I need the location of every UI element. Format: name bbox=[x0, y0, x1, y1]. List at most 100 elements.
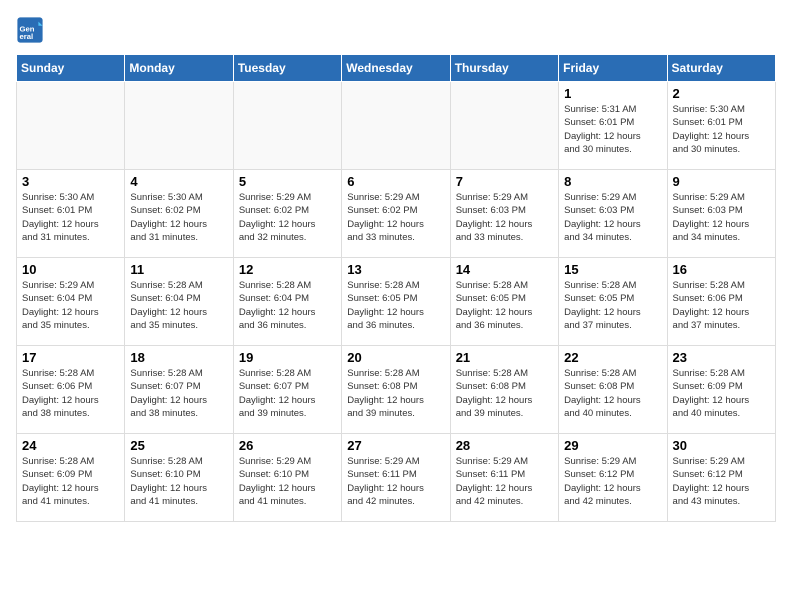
day-number: 20 bbox=[347, 350, 444, 365]
day-number: 18 bbox=[130, 350, 227, 365]
calendar-week-5: 24Sunrise: 5:28 AMSunset: 6:09 PMDayligh… bbox=[17, 434, 776, 522]
day-info: Sunrise: 5:28 AMSunset: 6:06 PMDaylight:… bbox=[22, 367, 119, 420]
day-number: 15 bbox=[564, 262, 661, 277]
day-header-friday: Friday bbox=[559, 55, 667, 82]
day-header-sunday: Sunday bbox=[17, 55, 125, 82]
day-info: Sunrise: 5:28 AMSunset: 6:05 PMDaylight:… bbox=[456, 279, 553, 332]
calendar-cell: 23 Sunrise: 5:28 AMSunset: 6:09 PMDayligh… bbox=[667, 346, 775, 434]
calendar-cell bbox=[450, 82, 558, 170]
calendar-cell: 8 Sunrise: 5:29 AMSunset: 6:03 PMDaylight… bbox=[559, 170, 667, 258]
day-header-monday: Monday bbox=[125, 55, 233, 82]
day-info: Sunrise: 5:28 AMSunset: 6:05 PMDaylight:… bbox=[347, 279, 444, 332]
calendar-week-2: 3 Sunrise: 5:30 AMSunset: 6:01 PMDaylight… bbox=[17, 170, 776, 258]
calendar-cell: 30 Sunrise: 5:29 AMSunset: 6:12 PMDayligh… bbox=[667, 434, 775, 522]
calendar-table: SundayMondayTuesdayWednesdayThursdayFrid… bbox=[16, 54, 776, 522]
calendar-cell: 18 Sunrise: 5:28 AMSunset: 6:07 PMDayligh… bbox=[125, 346, 233, 434]
calendar-cell: 14 Sunrise: 5:28 AMSunset: 6:05 PMDayligh… bbox=[450, 258, 558, 346]
day-header-tuesday: Tuesday bbox=[233, 55, 341, 82]
day-info: Sunrise: 5:28 AMSunset: 6:04 PMDaylight:… bbox=[130, 279, 227, 332]
day-number: 24 bbox=[22, 438, 119, 453]
calendar-header-row: SundayMondayTuesdayWednesdayThursdayFrid… bbox=[17, 55, 776, 82]
calendar-cell: 27 Sunrise: 5:29 AMSunset: 6:11 PMDayligh… bbox=[342, 434, 450, 522]
day-number: 27 bbox=[347, 438, 444, 453]
day-number: 7 bbox=[456, 174, 553, 189]
logo-icon: Gen eral bbox=[16, 16, 44, 44]
day-number: 29 bbox=[564, 438, 661, 453]
day-number: 16 bbox=[673, 262, 770, 277]
day-number: 26 bbox=[239, 438, 336, 453]
day-info: Sunrise: 5:29 AMSunset: 6:02 PMDaylight:… bbox=[239, 191, 336, 244]
calendar-cell: 19Sunrise: 5:28 AMSunset: 6:07 PMDayligh… bbox=[233, 346, 341, 434]
day-info: Sunrise: 5:29 AMSunset: 6:03 PMDaylight:… bbox=[673, 191, 770, 244]
svg-text:eral: eral bbox=[20, 32, 34, 41]
calendar-cell bbox=[233, 82, 341, 170]
day-info: Sunrise: 5:31 AMSunset: 6:01 PMDaylight:… bbox=[564, 103, 661, 156]
day-number: 2 bbox=[673, 86, 770, 101]
day-info: Sunrise: 5:29 AMSunset: 6:03 PMDaylight:… bbox=[564, 191, 661, 244]
day-number: 14 bbox=[456, 262, 553, 277]
day-info: Sunrise: 5:29 AMSunset: 6:11 PMDaylight:… bbox=[347, 455, 444, 508]
calendar-cell: 28 Sunrise: 5:29 AMSunset: 6:11 PMDayligh… bbox=[450, 434, 558, 522]
day-number: 11 bbox=[130, 262, 227, 277]
day-info: Sunrise: 5:29 AMSunset: 6:04 PMDaylight:… bbox=[22, 279, 119, 332]
calendar-cell: 16 Sunrise: 5:28 AMSunset: 6:06 PMDayligh… bbox=[667, 258, 775, 346]
day-info: Sunrise: 5:30 AMSunset: 6:01 PMDaylight:… bbox=[673, 103, 770, 156]
day-number: 4 bbox=[130, 174, 227, 189]
calendar-cell bbox=[125, 82, 233, 170]
calendar-cell: 9 Sunrise: 5:29 AMSunset: 6:03 PMDaylight… bbox=[667, 170, 775, 258]
day-header-saturday: Saturday bbox=[667, 55, 775, 82]
calendar-cell: 1Sunrise: 5:31 AMSunset: 6:01 PMDaylight… bbox=[559, 82, 667, 170]
calendar-cell: 5 Sunrise: 5:29 AMSunset: 6:02 PMDaylight… bbox=[233, 170, 341, 258]
calendar-cell: 4 Sunrise: 5:30 AMSunset: 6:02 PMDaylight… bbox=[125, 170, 233, 258]
day-info: Sunrise: 5:28 AMSunset: 6:10 PMDaylight:… bbox=[130, 455, 227, 508]
day-number: 25 bbox=[130, 438, 227, 453]
calendar-cell: 26 Sunrise: 5:29 AMSunset: 6:10 PMDayligh… bbox=[233, 434, 341, 522]
day-info: Sunrise: 5:29 AMSunset: 6:10 PMDaylight:… bbox=[239, 455, 336, 508]
day-info: Sunrise: 5:28 AMSunset: 6:08 PMDaylight:… bbox=[564, 367, 661, 420]
calendar-cell: 20 Sunrise: 5:28 AMSunset: 6:08 PMDayligh… bbox=[342, 346, 450, 434]
logo: Gen eral bbox=[16, 16, 46, 44]
day-info: Sunrise: 5:29 AMSunset: 6:11 PMDaylight:… bbox=[456, 455, 553, 508]
day-info: Sunrise: 5:28 AMSunset: 6:07 PMDaylight:… bbox=[130, 367, 227, 420]
calendar-cell: 29Sunrise: 5:29 AMSunset: 6:12 PMDayligh… bbox=[559, 434, 667, 522]
day-header-thursday: Thursday bbox=[450, 55, 558, 82]
day-info: Sunrise: 5:28 AMSunset: 6:04 PMDaylight:… bbox=[239, 279, 336, 332]
day-number: 17 bbox=[22, 350, 119, 365]
day-info: Sunrise: 5:28 AMSunset: 6:07 PMDaylight:… bbox=[239, 367, 336, 420]
day-number: 12 bbox=[239, 262, 336, 277]
calendar-cell: 13 Sunrise: 5:28 AMSunset: 6:05 PMDayligh… bbox=[342, 258, 450, 346]
day-number: 30 bbox=[673, 438, 770, 453]
calendar-week-4: 17 Sunrise: 5:28 AMSunset: 6:06 PMDayligh… bbox=[17, 346, 776, 434]
day-info: Sunrise: 5:28 AMSunset: 6:09 PMDaylight:… bbox=[673, 367, 770, 420]
calendar-cell: 25 Sunrise: 5:28 AMSunset: 6:10 PMDayligh… bbox=[125, 434, 233, 522]
day-number: 9 bbox=[673, 174, 770, 189]
day-info: Sunrise: 5:28 AMSunset: 6:08 PMDaylight:… bbox=[347, 367, 444, 420]
day-info: Sunrise: 5:30 AMSunset: 6:01 PMDaylight:… bbox=[22, 191, 119, 244]
day-info: Sunrise: 5:29 AMSunset: 6:12 PMDaylight:… bbox=[673, 455, 770, 508]
calendar-cell: 22Sunrise: 5:28 AMSunset: 6:08 PMDayligh… bbox=[559, 346, 667, 434]
day-info: Sunrise: 5:30 AMSunset: 6:02 PMDaylight:… bbox=[130, 191, 227, 244]
calendar-cell bbox=[17, 82, 125, 170]
calendar-cell: 15 Sunrise: 5:28 AMSunset: 6:05 PMDayligh… bbox=[559, 258, 667, 346]
day-info: Sunrise: 5:29 AMSunset: 6:02 PMDaylight:… bbox=[347, 191, 444, 244]
calendar-cell: 24Sunrise: 5:28 AMSunset: 6:09 PMDayligh… bbox=[17, 434, 125, 522]
day-info: Sunrise: 5:28 AMSunset: 6:08 PMDaylight:… bbox=[456, 367, 553, 420]
calendar-cell: 21Sunrise: 5:28 AMSunset: 6:08 PMDayligh… bbox=[450, 346, 558, 434]
day-number: 13 bbox=[347, 262, 444, 277]
day-number: 5 bbox=[239, 174, 336, 189]
calendar-cell: 7Sunrise: 5:29 AMSunset: 6:03 PMDaylight… bbox=[450, 170, 558, 258]
calendar-cell: 3 Sunrise: 5:30 AMSunset: 6:01 PMDaylight… bbox=[17, 170, 125, 258]
day-number: 28 bbox=[456, 438, 553, 453]
day-number: 23 bbox=[673, 350, 770, 365]
calendar-cell: 2 Sunrise: 5:30 AMSunset: 6:01 PMDaylight… bbox=[667, 82, 775, 170]
calendar-cell: 11 Sunrise: 5:28 AMSunset: 6:04 PMDayligh… bbox=[125, 258, 233, 346]
calendar-week-3: 10 Sunrise: 5:29 AMSunset: 6:04 PMDayligh… bbox=[17, 258, 776, 346]
day-number: 8 bbox=[564, 174, 661, 189]
day-info: Sunrise: 5:28 AMSunset: 6:06 PMDaylight:… bbox=[673, 279, 770, 332]
calendar-cell: 6Sunrise: 5:29 AMSunset: 6:02 PMDaylight… bbox=[342, 170, 450, 258]
calendar-cell bbox=[342, 82, 450, 170]
day-number: 10 bbox=[22, 262, 119, 277]
day-info: Sunrise: 5:28 AMSunset: 6:05 PMDaylight:… bbox=[564, 279, 661, 332]
day-number: 3 bbox=[22, 174, 119, 189]
page-header: Gen eral bbox=[16, 16, 776, 44]
